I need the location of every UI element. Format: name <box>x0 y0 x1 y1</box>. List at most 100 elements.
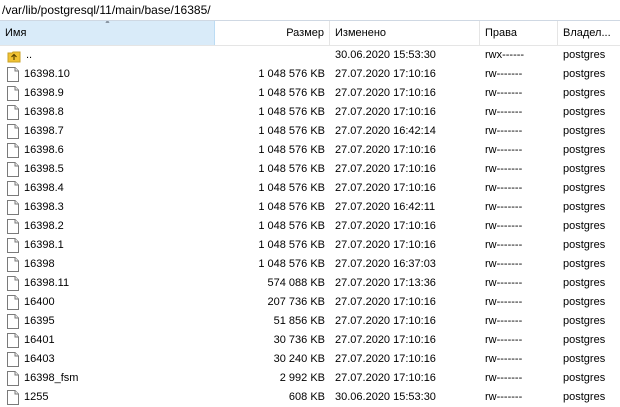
file-owner: postgres <box>563 49 606 61</box>
file-changed: 27.07.2020 16:37:03 <box>335 258 436 270</box>
column-header-name[interactable]: ▲ Имя <box>0 21 215 45</box>
file-name: 16398.10 <box>24 68 70 80</box>
file-size: 1 048 576 KB <box>258 125 325 137</box>
file-row[interactable]: 16398_fsm 2 992 KB 27.07.2020 17:10:16 r… <box>0 369 620 388</box>
file-row[interactable]: 16398.3 1 048 576 KB 27.07.2020 16:42:11… <box>0 198 620 217</box>
folder-up-icon <box>7 49 21 63</box>
file-icon <box>7 314 19 329</box>
column-header-owner[interactable]: Владел... <box>558 21 620 45</box>
file-owner: postgres <box>563 391 606 403</box>
file-name: 16398.6 <box>24 144 64 156</box>
file-permissions: rw------- <box>485 182 523 194</box>
file-icon <box>7 352 19 367</box>
file-size: 608 KB <box>288 391 325 403</box>
file-permissions: rw------- <box>485 353 523 365</box>
file-size: 30 240 KB <box>273 353 325 365</box>
file-icon <box>7 162 19 177</box>
file-changed: 27.07.2020 16:42:11 <box>335 201 436 213</box>
file-permissions: rw------- <box>485 125 523 137</box>
file-size: 30 736 KB <box>273 334 325 346</box>
file-owner: postgres <box>563 296 606 308</box>
file-size: 1 048 576 KB <box>258 201 325 213</box>
file-changed: 27.07.2020 17:10:16 <box>335 315 436 327</box>
file-permissions: rw------- <box>485 87 523 99</box>
file-icon <box>7 143 19 158</box>
file-icon <box>7 219 19 234</box>
file-changed: 27.07.2020 17:10:16 <box>335 87 436 99</box>
file-row[interactable]: 16398.8 1 048 576 KB 27.07.2020 17:10:16… <box>0 103 620 122</box>
file-changed: 27.07.2020 17:10:16 <box>335 372 436 384</box>
file-icon <box>7 257 19 272</box>
file-row[interactable]: 16398.4 1 048 576 KB 27.07.2020 17:10:16… <box>0 179 620 198</box>
file-changed: 27.07.2020 17:10:16 <box>335 334 436 346</box>
file-permissions: rw------- <box>485 391 523 403</box>
file-permissions: rw------- <box>485 144 523 156</box>
file-owner: postgres <box>563 258 606 270</box>
file-owner: postgres <box>563 182 606 194</box>
file-row[interactable]: 16398 1 048 576 KB 27.07.2020 16:37:03 r… <box>0 255 620 274</box>
file-row[interactable]: 16403 30 240 KB 27.07.2020 17:10:16 rw--… <box>0 350 620 369</box>
file-icon <box>7 124 19 139</box>
file-icon <box>7 105 19 120</box>
file-permissions: rw------- <box>485 296 523 308</box>
file-row[interactable]: 16398.5 1 048 576 KB 27.07.2020 17:10:16… <box>0 160 620 179</box>
file-permissions: rw------- <box>485 334 523 346</box>
file-row[interactable]: 16398.9 1 048 576 KB 27.07.2020 17:10:16… <box>0 84 620 103</box>
file-size: 2 992 KB <box>279 372 325 384</box>
file-name: 16398.1 <box>24 239 64 251</box>
file-name: 16398_fsm <box>24 372 79 384</box>
file-owner: postgres <box>563 201 606 213</box>
file-owner: postgres <box>563 315 606 327</box>
file-permissions: rw------- <box>485 220 523 232</box>
file-size: 1 048 576 KB <box>258 182 325 194</box>
file-permissions: rw------- <box>485 163 523 175</box>
file-row[interactable]: 16398.11 574 088 KB 27.07.2020 17:13:36 … <box>0 274 620 293</box>
file-changed: 27.07.2020 17:10:16 <box>335 68 436 80</box>
file-owner: postgres <box>563 125 606 137</box>
file-owner: postgres <box>563 144 606 156</box>
file-icon <box>7 200 19 215</box>
file-size: 1 048 576 KB <box>258 144 325 156</box>
file-name: 16398.9 <box>24 87 64 99</box>
file-name: 16398.4 <box>24 182 64 194</box>
file-row[interactable]: 16398.10 1 048 576 KB 27.07.2020 17:10:1… <box>0 65 620 84</box>
file-owner: postgres <box>563 334 606 346</box>
file-changed: 27.07.2020 17:10:16 <box>335 296 436 308</box>
column-header-size[interactable]: Размер <box>215 21 330 45</box>
file-name: 16398.3 <box>24 201 64 213</box>
file-name: 16398.7 <box>24 125 64 137</box>
file-row[interactable]: 16398.6 1 048 576 KB 27.07.2020 17:10:16… <box>0 141 620 160</box>
file-name: 16398.5 <box>24 163 64 175</box>
file-size: 1 048 576 KB <box>258 239 325 251</box>
file-owner: postgres <box>563 87 606 99</box>
column-header-changed[interactable]: Изменено <box>330 21 480 45</box>
sort-ascending-icon: ▲ <box>104 21 111 25</box>
file-name: 16398 <box>24 258 55 270</box>
file-permissions: rw------- <box>485 315 523 327</box>
file-changed: 27.07.2020 16:42:14 <box>335 125 436 137</box>
file-size: 207 736 KB <box>267 296 326 308</box>
file-row[interactable]: 16400 207 736 KB 27.07.2020 17:10:16 rw-… <box>0 293 620 312</box>
file-name: 16401 <box>24 334 55 346</box>
file-row[interactable]: 16401 30 736 KB 27.07.2020 17:10:16 rw--… <box>0 331 620 350</box>
file-owner: postgres <box>563 353 606 365</box>
file-icon <box>7 238 19 253</box>
file-icon <box>7 371 19 386</box>
file-owner: postgres <box>563 220 606 232</box>
file-size: 1 048 576 KB <box>258 106 325 118</box>
column-header-permissions[interactable]: Права <box>480 21 558 45</box>
file-permissions: rw------- <box>485 372 523 384</box>
file-row[interactable]: 16398.1 1 048 576 KB 27.07.2020 17:10:16… <box>0 236 620 255</box>
file-name: .. <box>26 49 33 61</box>
path-bar[interactable]: /var/lib/postgresql/11/main/base/16385/ <box>0 0 620 21</box>
file-owner: postgres <box>563 163 606 175</box>
parent-directory-row[interactable]: .. 30.06.2020 15:53:30 rwx------ postgre… <box>0 46 620 65</box>
file-row[interactable]: 16395 51 856 KB 27.07.2020 17:10:16 rw--… <box>0 312 620 331</box>
file-changed: 27.07.2020 17:10:16 <box>335 353 436 365</box>
file-row[interactable]: 16398.2 1 048 576 KB 27.07.2020 17:10:16… <box>0 217 620 236</box>
file-owner: postgres <box>563 239 606 251</box>
file-row[interactable]: 16398.7 1 048 576 KB 27.07.2020 16:42:14… <box>0 122 620 141</box>
file-changed: 27.07.2020 17:10:16 <box>335 182 436 194</box>
file-icon <box>7 181 19 196</box>
file-row[interactable]: 1255 608 KB 30.06.2020 15:53:30 rw------… <box>0 388 620 407</box>
